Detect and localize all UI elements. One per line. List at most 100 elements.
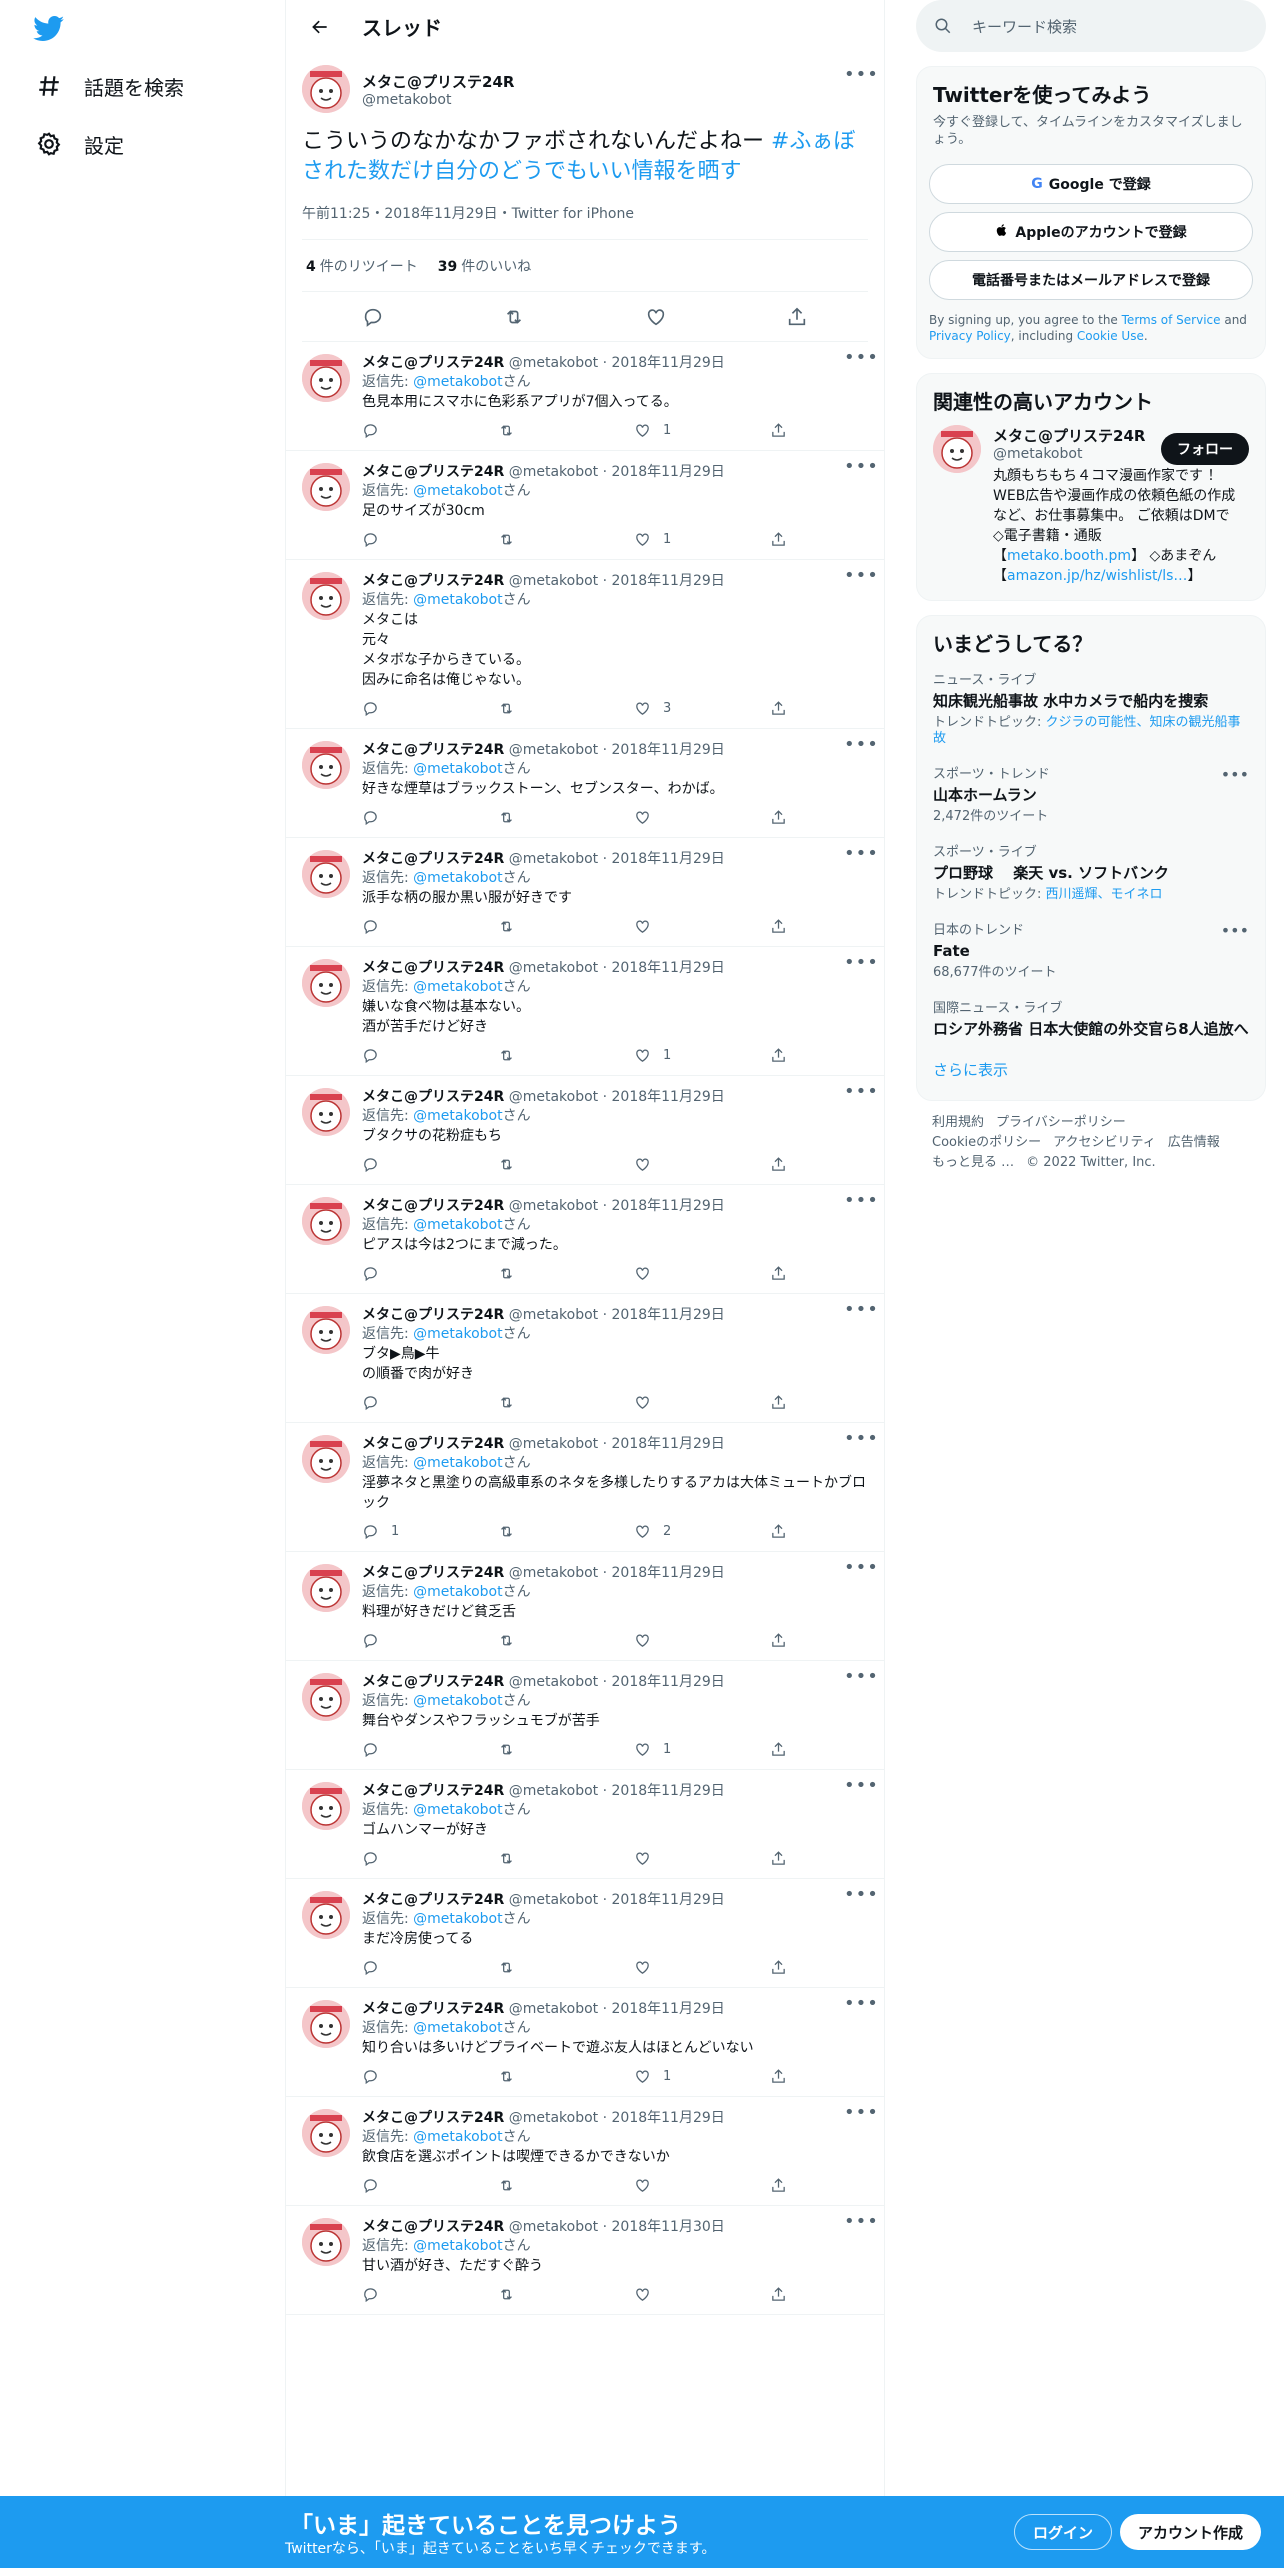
like-button[interactable] xyxy=(634,809,770,826)
avatar[interactable] xyxy=(302,1673,350,1721)
reply-author-name[interactable]: メタこ@プリステ24R xyxy=(362,1783,504,1799)
reply-button[interactable] xyxy=(362,1156,498,1173)
reply-tweet[interactable]: メタこ@プリステ24R @metakobot · 2018年11月30日 返信先:… xyxy=(286,2206,884,2315)
like-button[interactable] xyxy=(634,2177,770,2194)
reply-author-name[interactable]: メタこ@プリステ24R xyxy=(362,355,504,371)
reply-tweet[interactable]: メタこ@プリステ24R @metakobot · 2018年11月29日 返信先:… xyxy=(286,1294,884,1423)
reply-to-handle[interactable]: @metakobot xyxy=(413,761,502,777)
like-button[interactable] xyxy=(634,1959,770,1976)
reply-tweet[interactable]: メタこ@プリステ24R @metakobot · 2018年11月29日 返信先:… xyxy=(286,1661,884,1770)
reply-date[interactable]: 2018年11月29日 xyxy=(612,1307,725,1323)
reply-to-handle[interactable]: @metakobot xyxy=(413,870,502,886)
nav-settings[interactable]: 設定 xyxy=(36,124,124,164)
more-icon[interactable]: ••• xyxy=(844,1083,878,1106)
footer-terms[interactable]: 利用規約 xyxy=(932,1115,984,1130)
reply-tweet[interactable]: メタこ@プリステ24R @metakobot · 2018年11月29日 返信先:… xyxy=(286,1988,884,2097)
reply-date[interactable]: 2018年11月29日 xyxy=(612,2110,725,2126)
reply-button[interactable] xyxy=(362,1394,498,1411)
share-button[interactable] xyxy=(770,1047,787,1064)
reply-button[interactable] xyxy=(362,422,498,439)
like-button[interactable]: 3 xyxy=(634,700,770,717)
reply-button[interactable] xyxy=(362,1632,498,1649)
reply-tweet[interactable]: メタこ@プリステ24R @metakobot · 2018年11月29日 返信先:… xyxy=(286,1185,884,1294)
like-button[interactable] xyxy=(634,1850,770,1867)
reply-tweet[interactable]: メタこ@プリステ24R @metakobot · 2018年11月29日 返信先:… xyxy=(286,729,884,838)
reply-button[interactable] xyxy=(362,918,498,935)
reply-to-handle[interactable]: @metakobot xyxy=(413,1455,502,1471)
reply-date[interactable]: 2018年11月29日 xyxy=(612,2001,725,2017)
more-icon[interactable]: ••• xyxy=(844,1995,878,2018)
retweet-button[interactable] xyxy=(498,700,634,717)
share-button[interactable] xyxy=(770,1741,787,1758)
reply-button[interactable] xyxy=(362,1265,498,1282)
back-button[interactable] xyxy=(302,9,338,45)
reply-author-handle[interactable]: @metakobot xyxy=(509,2001,598,2017)
more-icon[interactable]: ••• xyxy=(844,567,878,590)
reply-date[interactable]: 2018年11月30日 xyxy=(612,2219,725,2235)
more-icon[interactable]: ••• xyxy=(844,2104,878,2127)
reply-author-name[interactable]: メタこ@プリステ24R xyxy=(362,464,504,480)
footer-accessibility[interactable]: アクセシビリティ xyxy=(1053,1135,1156,1150)
retweet-button[interactable] xyxy=(498,1523,634,1540)
reply-tweet[interactable]: メタこ@プリステ24R @metakobot · 2018年11月29日 返信先:… xyxy=(286,1423,884,1552)
share-button[interactable] xyxy=(770,1265,787,1282)
twitter-logo[interactable] xyxy=(33,16,65,42)
reply-date[interactable]: 2018年11月29日 xyxy=(612,1565,725,1581)
share-button[interactable] xyxy=(770,1959,787,1976)
more-icon[interactable]: ••• xyxy=(1221,921,1249,940)
avatar[interactable] xyxy=(302,2218,350,2266)
reply-button[interactable] xyxy=(362,2286,498,2303)
share-icon[interactable] xyxy=(786,306,808,328)
cookie-link[interactable]: Cookie Use xyxy=(1077,329,1144,343)
privacy-link[interactable]: Privacy Policy xyxy=(929,329,1011,343)
reply-to-handle[interactable]: @metakobot xyxy=(413,2020,502,2036)
reply-date[interactable]: 2018年11月29日 xyxy=(612,1436,725,1452)
like-button[interactable]: 2 xyxy=(634,1523,770,1540)
like-button[interactable] xyxy=(634,1394,770,1411)
retweet-count[interactable]: 4 件のリツイート xyxy=(306,256,418,276)
avatar[interactable] xyxy=(302,1564,350,1612)
avatar[interactable] xyxy=(302,850,350,898)
reply-to-handle[interactable]: @metakobot xyxy=(413,979,502,995)
like-button[interactable] xyxy=(634,2286,770,2303)
reply-author-handle[interactable]: @metakobot xyxy=(509,2110,598,2126)
avatar[interactable] xyxy=(302,2109,350,2157)
footer-cookie[interactable]: Cookieのポリシー xyxy=(932,1135,1041,1150)
show-more-link[interactable]: さらに表示 xyxy=(917,1049,1265,1100)
retweet-button[interactable] xyxy=(498,2068,634,2085)
reply-date[interactable]: 2018年11月29日 xyxy=(612,1089,725,1105)
share-button[interactable] xyxy=(770,2177,787,2194)
reply-author-name[interactable]: メタこ@プリステ24R xyxy=(362,1198,504,1214)
reply-author-name[interactable]: メタこ@プリステ24R xyxy=(362,2110,504,2126)
like-button[interactable] xyxy=(634,1632,770,1649)
reply-button[interactable] xyxy=(362,700,498,717)
share-button[interactable] xyxy=(770,531,787,548)
more-icon[interactable]: ••• xyxy=(844,954,878,977)
more-icon[interactable]: ••• xyxy=(844,1777,878,1800)
create-account-button[interactable]: アカウント作成 xyxy=(1120,2514,1262,2550)
retweet-button[interactable] xyxy=(498,1265,634,1282)
reply-author-handle[interactable]: @metakobot xyxy=(509,2219,598,2235)
reply-author-handle[interactable]: @metakobot xyxy=(509,851,598,867)
reply-to-handle[interactable]: @metakobot xyxy=(413,483,502,499)
bio-link-amazon[interactable]: amazon.jp/hz/wishlist/ls… xyxy=(1007,568,1187,584)
trend-item[interactable]: ニュース・ライブ 知床観光船事故 水中カメラで船内を捜索 トレンドトピック: クジラ… xyxy=(917,663,1265,757)
share-button[interactable] xyxy=(770,2286,787,2303)
retweet-button[interactable] xyxy=(498,1047,634,1064)
like-button[interactable] xyxy=(634,1265,770,1282)
phone-email-signup-button[interactable]: 電話番号またはメールアドレスで登録 xyxy=(929,260,1253,300)
avatar[interactable] xyxy=(302,1782,350,1830)
reply-date[interactable]: 2018年11月29日 xyxy=(612,1892,725,1908)
more-icon[interactable]: ••• xyxy=(844,2213,878,2236)
share-button[interactable] xyxy=(770,1156,787,1173)
share-button[interactable] xyxy=(770,1394,787,1411)
reply-date[interactable]: 2018年11月29日 xyxy=(612,573,725,589)
reply-author-handle[interactable]: @metakobot xyxy=(509,742,598,758)
reply-button[interactable] xyxy=(362,809,498,826)
avatar[interactable] xyxy=(933,425,981,473)
reply-button[interactable] xyxy=(362,2068,498,2085)
like-button[interactable]: 1 xyxy=(634,2068,770,2085)
retweet-button[interactable] xyxy=(498,1632,634,1649)
reply-author-handle[interactable]: @metakobot xyxy=(509,573,598,589)
reply-to-handle[interactable]: @metakobot xyxy=(413,1217,502,1233)
